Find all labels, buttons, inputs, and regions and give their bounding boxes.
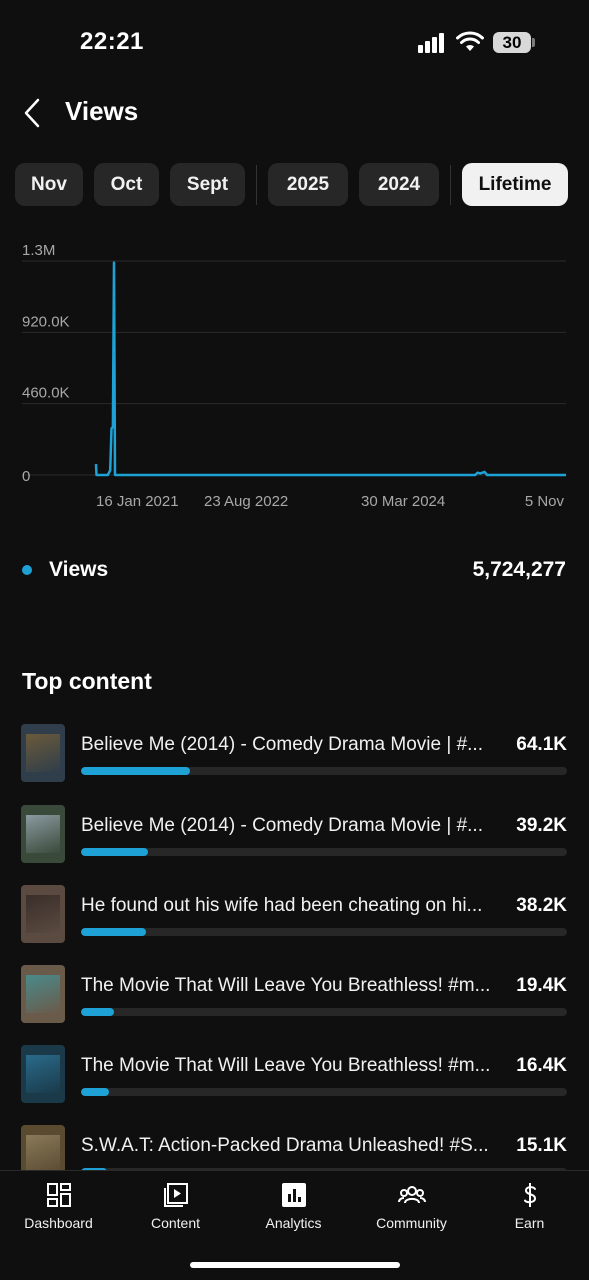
y-tick-label: 0 <box>22 468 30 485</box>
chip-divider <box>256 165 257 205</box>
thumbnail-image <box>26 895 60 933</box>
nav-label: Earn <box>514 1215 545 1231</box>
community-icon <box>398 1186 426 1204</box>
wifi-icon <box>456 31 484 51</box>
thumbnail-image <box>26 1135 60 1170</box>
video-thumbnail <box>21 885 65 943</box>
views-bar-track <box>81 928 567 936</box>
nav-label: Analytics <box>265 1215 322 1231</box>
top-content-item[interactable]: Believe Me (2014) - Comedy Drama Movie |… <box>0 722 589 786</box>
top-content-item[interactable]: The Movie That Will Leave You Breathless… <box>0 963 589 1027</box>
views-bar-fill <box>81 1008 115 1016</box>
video-views: 64.1K <box>516 734 567 755</box>
views-bar-track <box>81 767 567 775</box>
views-chart: 0 460.0K 920.0K 1.3M 16 Jan 2021 23 Aug 2022 3… <box>0 240 589 520</box>
video-title: Believe Me (2014) - Comedy Drama Movie |… <box>81 734 483 755</box>
views-bar-fill <box>81 848 148 856</box>
video-title: He found out his wife had been cheating … <box>81 895 483 916</box>
nav-community[interactable]: Community <box>353 1181 470 1241</box>
top-content-item[interactable]: Believe Me (2014) - Comedy Drama Movie |… <box>0 803 589 867</box>
video-thumbnail <box>21 1125 65 1170</box>
cellular-signal-icon <box>418 33 446 53</box>
y-tick-label: 1.3M <box>22 242 55 259</box>
chart-legend: Views 5,724,277 <box>0 552 589 588</box>
chip-2024[interactable]: 2024 <box>359 163 439 206</box>
earn-icon <box>524 1183 537 1207</box>
video-views: 38.2K <box>516 895 567 916</box>
views-chart-svg: 0 460.0K 920.0K 1.3M 16 Jan 2021 23 Aug 2022 3… <box>22 242 566 510</box>
analytics-icon <box>282 1183 306 1207</box>
top-content-item[interactable]: He found out his wife had been cheating … <box>0 883 589 947</box>
chip-oct[interactable]: Oct <box>94 163 159 206</box>
total-views: 5,724,277 <box>472 558 566 581</box>
views-bar-fill <box>81 928 146 936</box>
chevron-left-icon <box>24 98 40 128</box>
nav-label: Content <box>150 1215 201 1231</box>
top-content-title: Top content <box>22 668 152 694</box>
views-bar-track <box>81 1088 567 1096</box>
status-time: 22:21 <box>80 28 144 55</box>
y-tick-label: 460.0K <box>22 385 70 402</box>
video-title: S.W.A.T: Action-Packed Drama Unleashed! … <box>81 1135 489 1156</box>
x-tick-label: 30 Mar 2024 <box>361 493 445 510</box>
video-thumbnail <box>21 1045 65 1103</box>
video-views: 15.1K <box>516 1135 567 1156</box>
battery-indicator: 30 <box>493 32 531 53</box>
y-tick-label: 920.0K <box>22 313 70 330</box>
status-bar: 22:21 30 <box>0 0 589 88</box>
thumbnail-image <box>26 815 60 853</box>
battery-tip <box>532 38 535 47</box>
nav-label: Community <box>376 1215 447 1231</box>
nav-label: Dashboard <box>24 1215 93 1231</box>
video-views: 39.2K <box>516 815 567 836</box>
video-title: The Movie That Will Leave You Breathless… <box>81 975 491 996</box>
video-views: 19.4K <box>516 975 567 996</box>
home-indicator <box>190 1262 400 1268</box>
thumbnail-image <box>26 734 60 772</box>
top-content-list: Believe Me (2014) - Comedy Drama Movie |… <box>0 722 589 1170</box>
chip-nov[interactable]: Nov <box>15 163 83 206</box>
video-title: The Movie That Will Leave You Breathless… <box>81 1055 491 1076</box>
back-button[interactable] <box>14 92 54 136</box>
nav-content[interactable]: Content <box>117 1181 234 1241</box>
content-icon <box>164 1183 188 1207</box>
period-filter-chips: Nov Oct Sept 2025 2024 Lifetime <box>0 163 589 207</box>
x-tick-label: 23 Aug 2022 <box>204 493 288 510</box>
nav-analytics[interactable]: Analytics <box>235 1181 352 1241</box>
top-content-item[interactable]: The Movie That Will Leave You Breathless… <box>0 1043 589 1107</box>
views-series-line <box>94 261 566 477</box>
views-bar-track <box>81 848 567 856</box>
nav-dashboard[interactable]: Dashboard <box>0 1181 117 1241</box>
thumbnail-image <box>26 975 60 1013</box>
thumbnail-image <box>26 1055 60 1093</box>
video-title: Believe Me (2014) - Comedy Drama Movie |… <box>81 815 483 836</box>
views-bar-fill <box>81 767 190 775</box>
chip-divider <box>450 165 451 205</box>
dashboard-icon <box>47 1183 71 1207</box>
video-thumbnail <box>21 965 65 1023</box>
x-tick-label: 16 Jan 2021 <box>96 493 179 510</box>
chip-sept[interactable]: Sept <box>170 163 245 206</box>
views-bar-fill <box>81 1088 109 1096</box>
legend-dot <box>22 565 32 575</box>
legend-label: Views <box>49 558 109 581</box>
views-bar-track <box>81 1008 567 1016</box>
top-content-item[interactable]: S.W.A.T: Action-Packed Drama Unleashed! … <box>0 1123 589 1170</box>
chip-2025[interactable]: 2025 <box>268 163 348 206</box>
x-tick-label: 5 Nov <box>525 493 565 510</box>
video-views: 16.4K <box>516 1055 567 1076</box>
nav-earn[interactable]: Earn <box>471 1181 588 1241</box>
chip-lifetime[interactable]: Lifetime <box>462 163 568 206</box>
video-thumbnail <box>21 724 65 782</box>
video-thumbnail <box>21 805 65 863</box>
page-title: Views <box>65 96 139 126</box>
